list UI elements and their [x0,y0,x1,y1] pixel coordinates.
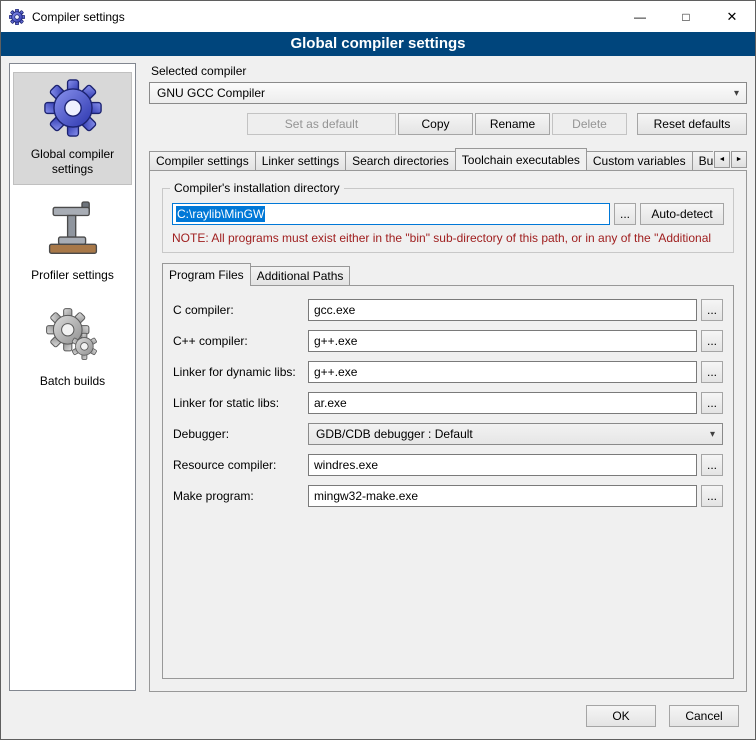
compiler-select[interactable]: GNU GCC Compiler ▾ [149,82,747,104]
window-controls: — □ ✕ [617,1,755,32]
copy-button[interactable]: Copy [398,113,473,135]
sidebar-item-label: Profiler settings [31,268,114,283]
dynamic-linker-input[interactable] [308,361,697,383]
cancel-button[interactable]: Cancel [669,705,739,727]
installation-directory-legend: Compiler's installation directory [170,181,344,195]
set-as-default-button[interactable]: Set as default [247,113,396,135]
compiler-actions: Set as default Copy Rename Delete Reset … [149,113,747,135]
delete-button[interactable]: Delete [552,113,627,135]
installation-directory-group: Compiler's installation directory C:\ray… [162,181,734,253]
make-program-input[interactable] [308,485,697,507]
reset-defaults-button[interactable]: Reset defaults [637,113,747,135]
tab-toolchain-executables[interactable]: Toolchain executables [455,148,587,170]
dynamic-linker-row: Linker for dynamic libs: ... [173,361,723,383]
compiler-settings-window: Compiler settings — □ ✕ Global compiler … [0,0,756,740]
tab-linker-settings[interactable]: Linker settings [255,151,346,170]
toolchain-executables-page: Compiler's installation directory C:\ray… [149,170,747,692]
program-files-page: C compiler: ... C++ compiler: ... Linker… [162,285,734,679]
make-program-browse-button[interactable]: ... [701,485,723,507]
app-gear-icon [9,9,25,25]
installation-directory-selected-text: C:\raylib\MinGW [176,206,265,222]
debugger-select-value: GDB/CDB debugger : Default [316,427,704,441]
close-button[interactable]: ✕ [709,1,755,32]
chevron-down-icon: ▾ [710,429,715,440]
cpp-compiler-input[interactable] [308,330,697,352]
sidebar-item-label: Batch builds [40,374,105,389]
dialog-footer: OK Cancel [1,701,755,739]
settings-tabstrip: Compiler settings Linker settings Search… [149,147,747,170]
rename-button[interactable]: Rename [475,113,550,135]
tab-custom-variables[interactable]: Custom variables [586,151,693,170]
dynamic-linker-label: Linker for dynamic libs: [173,365,304,379]
sidebar-item-label: Global compiler settings [16,147,129,177]
resource-compiler-input[interactable] [308,454,697,476]
chevron-down-icon: ▾ [734,88,739,99]
dialog-header: Global compiler settings [1,32,755,56]
tab-scroll-controls: ◄ ► [713,151,747,168]
tab-build-options[interactable]: Buil [692,151,713,170]
minimize-button[interactable]: — [617,1,663,32]
installation-directory-input[interactable]: C:\raylib\MinGW [172,203,610,225]
debugger-row: Debugger: GDB/CDB debugger : Default ▾ [173,423,723,445]
bin-subdirectory-note: NOTE: All programs must exist either in … [172,231,724,245]
sidebar-item-global-compiler-settings[interactable]: Global compiler settings [13,72,132,185]
resource-compiler-label: Resource compiler: [173,458,304,472]
c-compiler-input[interactable] [308,299,697,321]
debugger-select[interactable]: GDB/CDB debugger : Default ▾ [308,423,723,445]
resource-compiler-row: Resource compiler: ... [173,454,723,476]
window-title: Compiler settings [32,10,125,24]
c-compiler-browse-button[interactable]: ... [701,299,723,321]
cpp-compiler-label: C++ compiler: [173,334,304,348]
cpp-compiler-browse-button[interactable]: ... [701,330,723,352]
tab-program-files[interactable]: Program Files [162,263,251,286]
tab-compiler-settings[interactable]: Compiler settings [149,151,256,170]
blue-gear-icon [44,79,102,140]
compiler-select-value: GNU GCC Compiler [157,86,728,100]
gray-gears-icon [45,306,101,367]
cpp-compiler-row: C++ compiler: ... [173,330,723,352]
category-sidebar: Global compiler settings Profiler se [9,63,136,691]
tab-search-directories[interactable]: Search directories [345,151,456,170]
selected-compiler-label: Selected compiler [151,64,747,78]
auto-detect-button[interactable]: Auto-detect [640,203,724,225]
dialog-body: Global compiler settings Profiler se [1,56,755,701]
installation-directory-browse-button[interactable]: ... [614,203,636,225]
program-files-tabstrip: Program Files Additional Paths [162,263,734,285]
c-compiler-label: C compiler: [173,303,304,317]
installation-directory-row: C:\raylib\MinGW ... Auto-detect [172,203,724,225]
make-program-label: Make program: [173,489,304,503]
maximize-button[interactable]: □ [663,1,709,32]
scroll-tabs-left-button[interactable]: ◄ [714,151,730,168]
sidebar-item-batch-builds[interactable]: Batch builds [13,299,132,397]
static-linker-label: Linker for static libs: [173,396,304,410]
static-linker-input[interactable] [308,392,697,414]
c-compiler-row: C compiler: ... [173,299,723,321]
scroll-tabs-right-button[interactable]: ► [731,151,747,168]
profiler-clamp-icon [46,200,100,261]
make-program-row: Make program: ... [173,485,723,507]
dynamic-linker-browse-button[interactable]: ... [701,361,723,383]
ok-button[interactable]: OK [586,705,656,727]
debugger-label: Debugger: [173,427,304,441]
static-linker-row: Linker for static libs: ... [173,392,723,414]
resource-compiler-browse-button[interactable]: ... [701,454,723,476]
static-linker-browse-button[interactable]: ... [701,392,723,414]
sidebar-item-profiler-settings[interactable]: Profiler settings [13,193,132,291]
titlebar: Compiler settings — □ ✕ [1,1,755,32]
main-panel: Selected compiler GNU GCC Compiler ▾ Set… [149,63,747,697]
tab-additional-paths[interactable]: Additional Paths [250,266,351,285]
